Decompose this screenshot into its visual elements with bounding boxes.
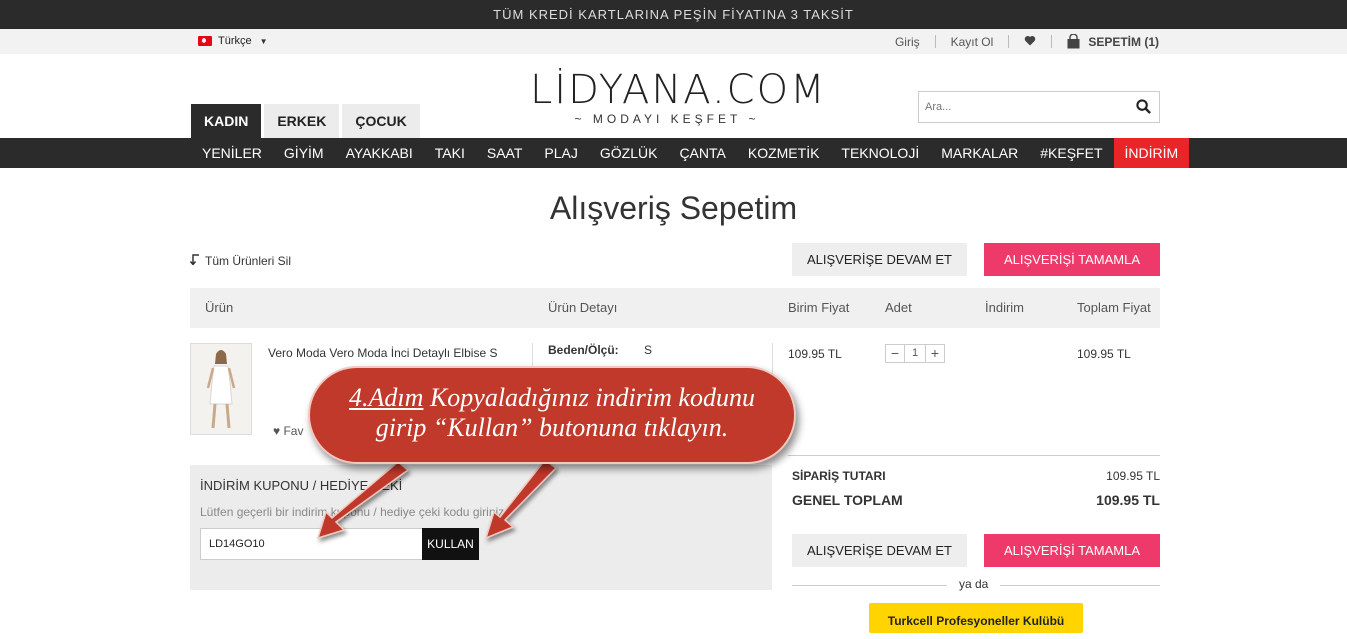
register-link[interactable]: Kayıt Ol (951, 35, 994, 49)
nav-item-giyim[interactable]: GİYİM (273, 138, 335, 168)
nav-item-canta[interactable]: ÇANTA (668, 138, 736, 168)
cart-link[interactable]: SEPETİM (1) (1067, 34, 1159, 49)
nav-item-taki[interactable]: TAKI (424, 138, 476, 168)
header-detail: Ürün Detayı (548, 300, 618, 315)
size-label: Beden/Ölçü: (548, 343, 619, 357)
size-value: S (644, 343, 653, 357)
account-links: Giriş Kayıt Ol SEPETİM (1) (895, 29, 1159, 54)
or-text: ya da (947, 577, 1001, 591)
site-logo[interactable]: LİDYANA.COM ~ MODAYI KEŞFET ~ (530, 67, 827, 126)
nav-item-kozmetik[interactable]: KOZMETİK (737, 138, 831, 168)
checkout-button[interactable]: ALIŞVERİŞİ TAMAMLA (984, 243, 1160, 276)
nav-item-gozluk[interactable]: GÖZLÜK (589, 138, 669, 168)
search-box (918, 91, 1160, 123)
increase-button[interactable]: + (926, 345, 944, 362)
quantity-value[interactable]: 1 (904, 345, 926, 362)
nav-item-saat[interactable]: SAAT (476, 138, 534, 168)
add-to-favorites-link[interactable]: ♥ Fav (273, 424, 303, 438)
login-link[interactable]: Giriş (895, 35, 920, 49)
caret-down-icon: ▼ (259, 36, 268, 46)
checkout-button-bottom[interactable]: ALIŞVERİŞİ TAMAMLA (984, 534, 1160, 567)
coupon-title: İNDİRİM KUPONU / HEDİYE ÇEKİ (200, 478, 403, 493)
nav-item-markalar[interactable]: MARKALAR (930, 138, 1029, 168)
cart-label: SEPETİM (1) (1088, 34, 1159, 49)
use-coupon-button[interactable]: KULLAN (422, 528, 479, 560)
product-image[interactable] (190, 343, 252, 435)
header-unit-price: Birim Fiyat (788, 300, 850, 315)
coupon-panel: İNDİRİM KUPONU / HEDİYE ÇEKİ Lütfen geçe… (190, 465, 772, 590)
tab-kadin[interactable]: KADIN (191, 104, 262, 138)
tab-erkek[interactable]: ERKEK (264, 104, 340, 138)
turkcell-club-button[interactable]: Turkcell Profesyoneller Kulübü (869, 603, 1083, 633)
favorites-label: Fav (283, 424, 304, 438)
gender-tabs: KADIN ERKEK ÇOCUK (191, 104, 420, 138)
coupon-code-input[interactable] (200, 528, 424, 560)
page-title: Alışveriş Sepetim (549, 190, 798, 226)
nav-item-yeniler[interactable]: YENİLER (191, 138, 273, 168)
nav-item-indirim[interactable]: İNDİRİM (1113, 138, 1190, 168)
grand-total-label: GENEL TOPLAM (792, 492, 903, 508)
shopping-bag-icon (1067, 34, 1080, 49)
return-arrow-icon (189, 254, 201, 268)
product-name[interactable]: Vero Moda Vero Moda İnci Detaylı Elbise … (268, 346, 497, 360)
nav-item-ayakkabi[interactable]: AYAKKABI (335, 138, 424, 168)
header-product: Ürün (205, 300, 234, 315)
coupon-hint: Lütfen geçerli bir indirim kuponu / hedi… (200, 505, 505, 519)
unit-price: 109.95 TL (788, 347, 842, 361)
clear-all-link[interactable]: Tüm Ürünleri Sil (189, 254, 292, 268)
separator (934, 35, 936, 48)
quantity-stepper: − 1 + (885, 344, 945, 363)
heart-icon[interactable] (1024, 35, 1036, 49)
grand-total-value: 109.95 TL (1096, 492, 1160, 508)
category-nav: YENİLER GİYİM AYAKKABI TAKI SAAT PLAJ GÖ… (0, 138, 1347, 168)
header-discount: İndirim (985, 300, 1025, 315)
search-input[interactable] (919, 92, 1119, 122)
tab-cocuk[interactable]: ÇOCUK (342, 104, 420, 138)
nav-item-plaj[interactable]: PLAJ (533, 138, 588, 168)
continue-shopping-button[interactable]: ALIŞVERİŞE DEVAM ET (792, 243, 967, 276)
line-total: 109.95 TL (1077, 347, 1131, 361)
heart-icon: ♥ (273, 424, 281, 438)
decrease-button[interactable]: − (886, 345, 904, 362)
separator (1051, 35, 1053, 48)
order-amount-row: SİPARİŞ TUTARI 109.95 TL (792, 469, 1160, 483)
order-amount-value: 109.95 TL (1106, 469, 1160, 483)
instruction-callout: 4.Adım Kopyaladığınız indirim kodunu gir… (308, 366, 796, 464)
nav-item-kesfet[interactable]: #KEŞFET (1029, 138, 1113, 168)
cart-table-header: Ürün Ürün Detayı Birim Fiyat Adet İndiri… (190, 288, 1160, 328)
separator (1008, 35, 1010, 48)
callout-line2: girip “Kullan” butonuna tıklayın. (375, 413, 729, 442)
nav-item-teknoloji[interactable]: TEKNOLOJİ (830, 138, 930, 168)
header-qty: Adet (885, 300, 912, 315)
clear-all-label: Tüm Ürünleri Sil (205, 254, 292, 268)
callout-step: 4.Adım (349, 383, 424, 412)
language-label: Türkçe (218, 35, 252, 47)
utility-bar: Türkçe ▼ Giriş Kayıt Ol SEPETİM (1) (0, 29, 1347, 54)
turkey-flag-icon (198, 36, 212, 46)
search-icon[interactable] (1136, 99, 1151, 119)
logo-wordmark: LİDYANA.COM (530, 67, 827, 113)
header-total: Toplam Fiyat (1077, 300, 1151, 315)
logo-tagline: ~ MODAYI KEŞFET ~ (574, 112, 760, 126)
continue-shopping-button-bottom[interactable]: ALIŞVERİŞE DEVAM ET (792, 534, 967, 567)
order-amount-label: SİPARİŞ TUTARI (792, 469, 886, 483)
callout-line1: Kopyaladığınız indirim kodunu (423, 383, 755, 412)
promo-bar: TÜM KREDİ KARTLARINA PEŞİN FİYATINA 3 TA… (0, 0, 1347, 29)
grand-total-row: GENEL TOPLAM 109.95 TL (792, 492, 1160, 508)
summary-divider (788, 455, 1160, 456)
language-selector[interactable]: Türkçe ▼ (198, 35, 268, 47)
